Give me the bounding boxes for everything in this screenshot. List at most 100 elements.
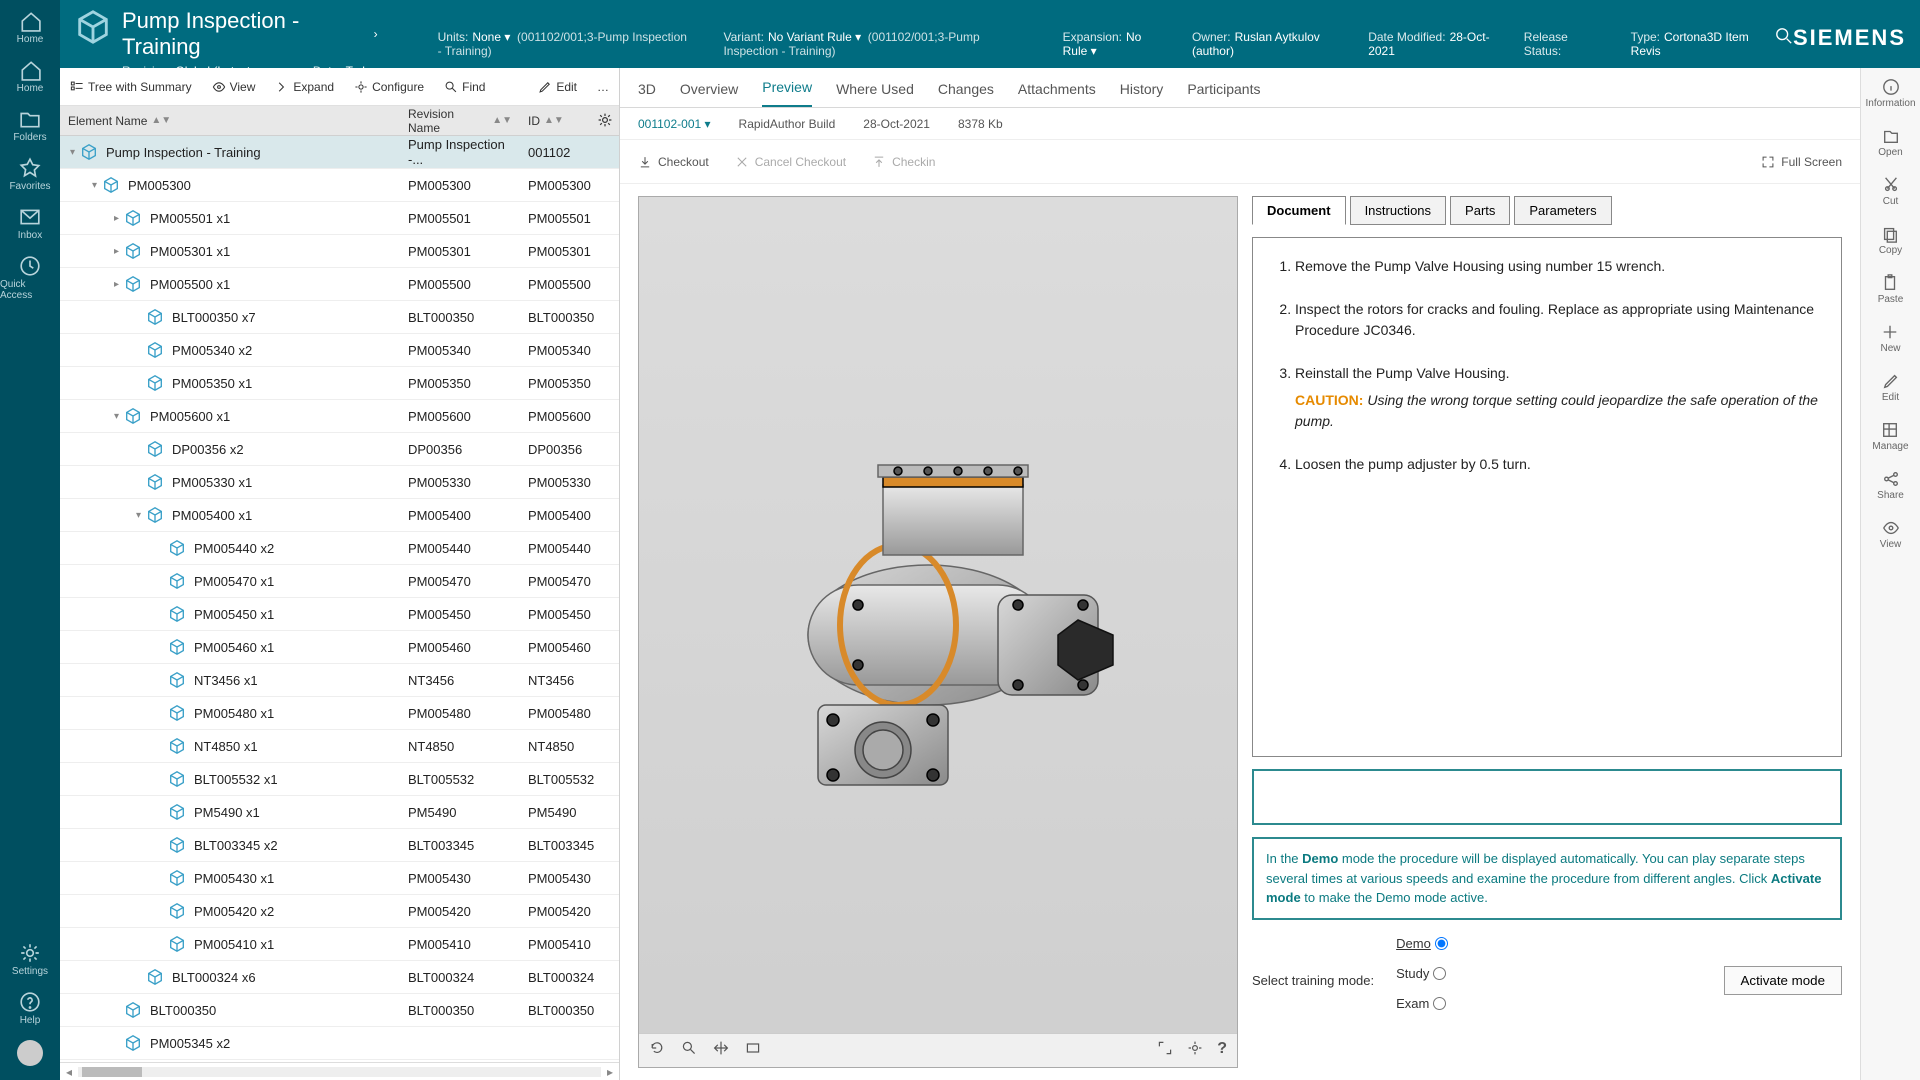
tree-row[interactable]: DP00356 x2DP00356DP00356	[60, 433, 619, 466]
expand-icon[interactable]	[1157, 1040, 1173, 1061]
tree-row[interactable]: PM005480 x1PM005480PM005480	[60, 697, 619, 730]
doc-tab-instructions[interactable]: Instructions	[1350, 196, 1446, 225]
nav-inbox[interactable]: Inbox	[0, 206, 60, 241]
tree-row[interactable]: ▾PM005400 x1PM005400PM005400	[60, 499, 619, 532]
3d-canvas[interactable]	[639, 197, 1237, 1033]
3d-viewer[interactable]: ?	[638, 196, 1238, 1068]
col-revision-name[interactable]: Revision Name ▲▼	[400, 107, 520, 135]
tree-row[interactable]: ▾Pump Inspection - TrainingPump Inspecti…	[60, 136, 619, 169]
nav-folders[interactable]: Folders	[0, 108, 60, 143]
meta-owner[interactable]: Owner:Ruslan Aytkulov (author)	[1192, 30, 1334, 58]
tab-history[interactable]: History	[1120, 81, 1164, 107]
nav-settings[interactable]: Settings	[12, 942, 48, 977]
fullscreen-button[interactable]: Full Screen	[1761, 155, 1842, 169]
toolbar-configure[interactable]: Configure	[354, 80, 424, 94]
tree-row[interactable]: PM005420 x2PM005420PM005420	[60, 895, 619, 928]
mode-option-exam[interactable]: Exam	[1396, 996, 1448, 1011]
tree-row[interactable]: PM005330 x1PM005330PM005330	[60, 466, 619, 499]
tab-attachments[interactable]: Attachments	[1018, 81, 1096, 107]
tree-row[interactable]: PM5490 x1PM5490PM5490	[60, 796, 619, 829]
meta-units[interactable]: Units:None ▾ (001102/001;3-Pump Inspecti…	[438, 30, 690, 58]
toolbar-treewithsummary[interactable]: Tree with Summary	[70, 80, 192, 94]
rail-copy[interactable]: Copy	[1879, 225, 1902, 256]
gear-icon[interactable]	[597, 112, 613, 131]
tree-row[interactable]: PM005450 x1PM005450PM005450	[60, 598, 619, 631]
nav-home[interactable]: Home	[0, 59, 60, 94]
rail-share[interactable]: Share	[1877, 470, 1904, 501]
doc-tab-document[interactable]: Document	[1252, 196, 1346, 225]
doc-tab-parameters[interactable]: Parameters	[1514, 196, 1611, 225]
tab-changes[interactable]: Changes	[938, 81, 994, 107]
refresh-icon[interactable]	[649, 1040, 665, 1061]
nav-help[interactable]: Help	[12, 991, 48, 1026]
meta-releasestatus[interactable]: Release Status:	[1524, 30, 1597, 58]
meta-datemodified[interactable]: Date Modified:28-Oct-2021	[1368, 30, 1490, 58]
rail-edit[interactable]: Edit	[1882, 372, 1900, 403]
toolbar-view[interactable]: View	[212, 80, 256, 94]
revision-link[interactable]: 001102-001 ▾	[638, 117, 711, 131]
rail-open[interactable]: Open	[1878, 127, 1902, 158]
tree-row[interactable]: PM005410 x1PM005410PM005410	[60, 928, 619, 961]
main-column: Pump Inspection - Training› Revision:Glo…	[60, 0, 1920, 1080]
toolbar-expand[interactable]: Expand	[275, 80, 334, 94]
doc-tab-parts[interactable]: Parts	[1450, 196, 1510, 225]
nav-home[interactable]: Home	[0, 10, 60, 45]
tree-row[interactable]: BLT000324 x6BLT000324BLT000324	[60, 961, 619, 994]
tree-row[interactable]: PM005340 x2PM005340PM005340	[60, 334, 619, 367]
chevron-right-icon[interactable]: ›	[374, 27, 378, 41]
toolbar-find[interactable]: Find	[444, 80, 485, 94]
rail-view[interactable]: View	[1880, 519, 1902, 550]
tab-participants[interactable]: Participants	[1187, 81, 1260, 107]
rail-paste[interactable]: Paste	[1878, 274, 1904, 305]
tree-row[interactable]: PM005440 x2PM005440PM005440	[60, 532, 619, 565]
tree-row[interactable]: PM005350 x1PM005350PM005350	[60, 367, 619, 400]
tree-row[interactable]: ▸PM005501 x1PM005501PM005501	[60, 202, 619, 235]
meta-expansion[interactable]: Expansion:No Rule ▾	[1063, 30, 1158, 58]
rail-information[interactable]: Information	[1865, 78, 1915, 109]
checkout-button[interactable]: Checkout	[638, 155, 709, 169]
tree-row[interactable]: PM005470 x1PM005470PM005470	[60, 565, 619, 598]
tab-overview[interactable]: Overview	[680, 81, 738, 107]
tree-row[interactable]: NT4850 x1NT4850NT4850	[60, 730, 619, 763]
tab-3d[interactable]: 3D	[638, 81, 656, 107]
tab-where-used[interactable]: Where Used	[836, 81, 914, 107]
tree-row[interactable]: PM005460 x1PM005460PM005460	[60, 631, 619, 664]
mode-option-study[interactable]: Study	[1396, 966, 1448, 981]
rail-manage[interactable]: Manage	[1872, 421, 1908, 452]
tree-row[interactable]: ▸PM005500 x1PM005500PM005500	[60, 268, 619, 301]
tree-row[interactable]: BLT000350BLT000350BLT000350	[60, 994, 619, 1027]
mode-option-demo[interactable]: Demo	[1396, 936, 1448, 951]
tree-row[interactable]: PM005430 x1PM005430PM005430	[60, 862, 619, 895]
tree-row[interactable]: ▾PM005300PM005300PM005300	[60, 169, 619, 202]
help-icon[interactable]: ?	[1217, 1040, 1227, 1061]
toolbar-[interactable]: …	[597, 80, 609, 94]
activate-mode-button[interactable]: Activate mode	[1724, 966, 1842, 995]
tree-row[interactable]: BLT005532 x1BLT005532BLT005532	[60, 763, 619, 796]
fit-icon[interactable]	[745, 1040, 761, 1061]
move-icon[interactable]	[713, 1040, 729, 1061]
cancel-checkout-button[interactable]: Cancel Checkout	[735, 155, 846, 169]
rail-new[interactable]: New	[1880, 323, 1900, 354]
nav-quick-access[interactable]: Quick Access	[0, 255, 60, 301]
toolbar-edit[interactable]: Edit	[538, 80, 577, 94]
rail-cut[interactable]: Cut	[1882, 176, 1900, 207]
zoom-icon[interactable]	[681, 1040, 697, 1061]
action-row: Checkout Cancel Checkout Checkin Full Sc…	[620, 140, 1860, 184]
tree-row[interactable]: BLT000350 x7BLT000350BLT000350	[60, 301, 619, 334]
tree-row[interactable]: BLT003345 x2BLT003345BLT003345	[60, 829, 619, 862]
meta-type[interactable]: Type:Cortona3D Item Revis	[1631, 30, 1755, 58]
meta-variant[interactable]: Variant:No Variant Rule ▾ (001102/001;3-…	[723, 30, 1028, 58]
tree-row[interactable]: ▸PM005301 x1PM005301PM005301	[60, 235, 619, 268]
horizontal-scrollbar[interactable]: ◂▸	[60, 1062, 619, 1080]
col-element-name[interactable]: Element Name ▲▼	[60, 114, 400, 128]
checkin-button[interactable]: Checkin	[872, 155, 935, 169]
nav-favorites[interactable]: Favorites	[0, 157, 60, 192]
search-icon[interactable]	[1775, 27, 1793, 50]
settings-icon[interactable]	[1187, 1040, 1203, 1061]
tree-row[interactable]: NT3456 x1NT3456NT3456	[60, 664, 619, 697]
tree-row[interactable]: PM005345 x2	[60, 1027, 619, 1060]
tree-row[interactable]: ▾PM005600 x1PM005600PM005600	[60, 400, 619, 433]
tree-rows[interactable]: ▾Pump Inspection - TrainingPump Inspecti…	[60, 136, 619, 1062]
tab-preview[interactable]: Preview	[762, 79, 812, 107]
avatar[interactable]	[17, 1040, 43, 1066]
